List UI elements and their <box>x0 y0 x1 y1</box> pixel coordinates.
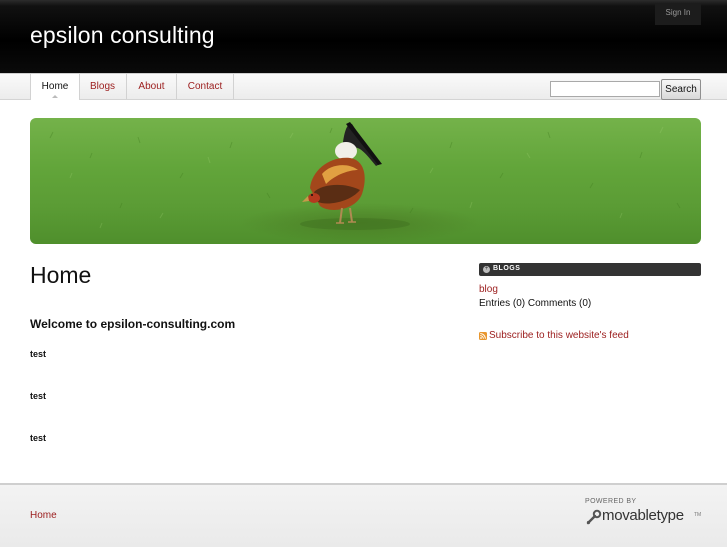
search-button[interactable]: Search <box>661 79 701 100</box>
entry-text: test <box>30 391 47 401</box>
movabletype-logo-icon[interactable] <box>585 508 603 526</box>
trademark-mark: TM <box>694 512 702 518</box>
blog-stats: Entries (0) Comments (0) <box>479 298 592 309</box>
movabletype-logo-text[interactable]: movabletype <box>602 507 684 524</box>
welcome-heading: Welcome to epsilon-consulting.com <box>30 317 236 331</box>
banner-image <box>30 118 701 244</box>
footer-home-link[interactable]: Home <box>30 510 57 521</box>
blog-link[interactable]: blog <box>479 284 498 295</box>
tab-contact[interactable]: Contact <box>177 74 234 99</box>
page-title: Home <box>30 262 92 288</box>
tab-blogs[interactable]: Blogs <box>79 74 127 99</box>
signin-box: Sign In <box>655 3 701 25</box>
tab-home[interactable]: Home <box>30 74 80 100</box>
site-footer: Home POWERED BY movabletype TM <box>0 483 727 547</box>
search-input[interactable] <box>550 81 660 97</box>
plus-circle-icon: + <box>483 266 490 273</box>
rss-feed-icon[interactable] <box>479 332 487 340</box>
widget-title: BLOGS <box>493 265 521 272</box>
signin-link[interactable]: Sign In <box>655 8 701 17</box>
rooster-on-grass-illustration <box>49 122 681 230</box>
powered-by-label: POWERED BY <box>585 498 637 505</box>
entry-text: test <box>30 349 47 359</box>
blogs-widget-header: + BLOGS <box>479 263 701 276</box>
entry-text: test <box>30 433 47 443</box>
site-header: epsilon consulting Sign In <box>0 0 727 73</box>
subscribe-feed-link[interactable]: Subscribe to this website's feed <box>489 330 629 341</box>
tab-about[interactable]: About <box>127 74 177 99</box>
site-title[interactable]: epsilon consulting <box>30 22 215 49</box>
